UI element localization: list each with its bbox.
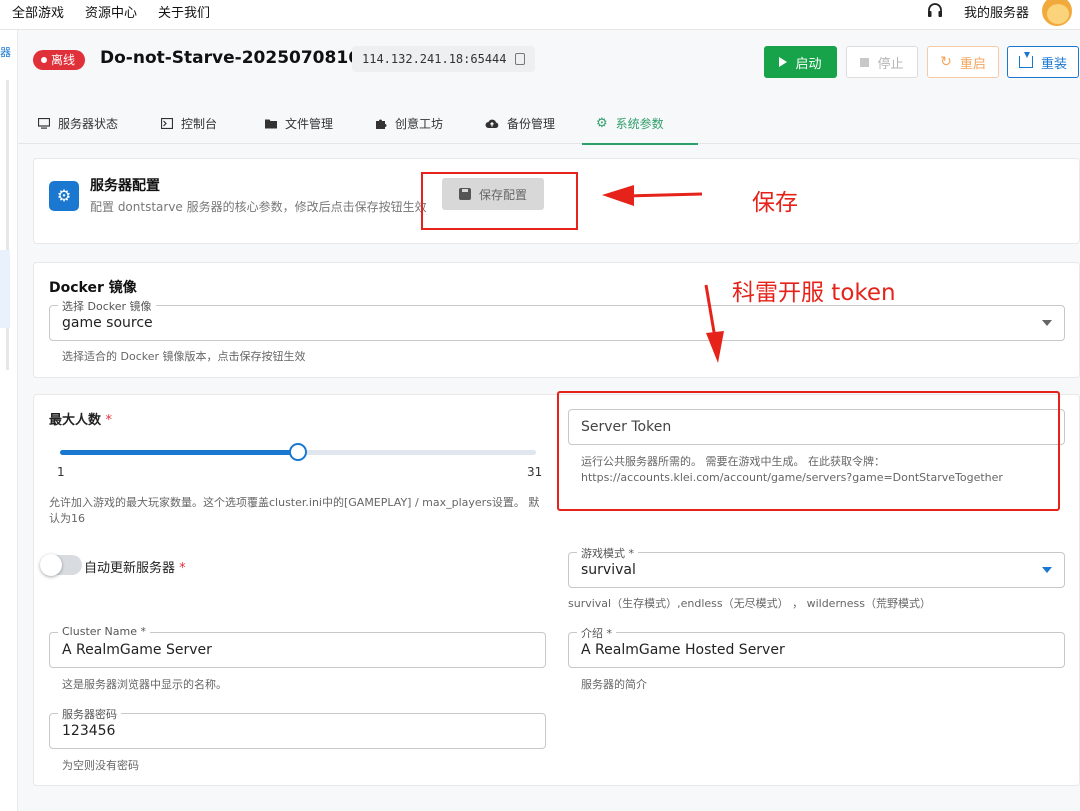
docker-image-select[interactable]: 选择 Docker 镜像 game source: [49, 298, 1065, 341]
cloud-upload-icon: [485, 119, 499, 128]
stop-button[interactable]: 停止: [846, 46, 918, 78]
puzzle-icon: [376, 119, 387, 129]
annotation-save-box: [421, 172, 578, 230]
password-value: 123456: [62, 723, 116, 739]
toggle-knob: [40, 554, 62, 576]
docker-title: Docker 镜像: [49, 280, 137, 296]
slider-max: 31: [527, 465, 543, 479]
nav-resources[interactable]: 资源中心: [85, 2, 137, 21]
intro-label: 介绍 *: [577, 625, 616, 641]
intro-value: A RealmGame Hosted Server: [581, 642, 785, 658]
password-hint: 为空则没有密码: [62, 759, 139, 772]
config-title: 服务器配置: [90, 178, 160, 194]
folder-icon: [265, 119, 277, 128]
slider-fill: [60, 450, 298, 455]
sidebar-selected-item[interactable]: [0, 250, 10, 328]
stop-label: 停止: [877, 56, 904, 72]
game-mode-hint: survival（生存模式）,endless（无尽模式） ， wildernes…: [568, 597, 931, 610]
status-dot-icon: [41, 57, 47, 63]
chevron-down-icon: [1042, 567, 1052, 573]
docker-hint: 选择适合的 Docker 镜像版本，点击保存按钮生效: [62, 350, 306, 363]
tab-bar: 服务器状态 控制台 文件管理 创意工坊 备份管理 ⚙ 系统参数: [18, 102, 1080, 145]
annotation-token-box: [557, 391, 1060, 511]
intro-hint: 服务器的简介: [581, 678, 647, 691]
auto-update-label: 自动更新服务器 *: [84, 557, 186, 576]
cluster-name-value: A RealmGame Server: [62, 642, 212, 658]
server-address: 114.132.241.18:65444: [362, 52, 507, 66]
restart-label: 重启: [959, 56, 986, 72]
tab-workshop[interactable]: 创意工坊: [375, 102, 443, 144]
slider-min: 1: [57, 465, 65, 479]
copy-icon[interactable]: [514, 53, 525, 65]
tab-label: 创意工坊: [395, 116, 444, 131]
chevron-down-icon: [1042, 320, 1052, 326]
stop-icon: [860, 57, 870, 67]
game-mode-value: survival: [581, 562, 636, 578]
nav-about[interactable]: 关于我们: [158, 2, 210, 21]
cluster-name-hint: 这是服务器浏览器中显示的名称。: [62, 678, 227, 691]
gear-icon: ⚙: [49, 181, 79, 211]
docker-select-value: game source: [62, 315, 153, 331]
tab-server-status[interactable]: 服务器状态: [38, 102, 118, 144]
tab-system-params[interactable]: ⚙ 系统参数: [582, 102, 698, 145]
slider-thumb[interactable]: [289, 443, 307, 461]
game-mode-label: 游戏模式 *: [577, 545, 638, 561]
tab-label: 备份管理: [507, 116, 556, 131]
gear-icon: ⚙: [596, 115, 608, 131]
headset-icon[interactable]: [926, 2, 944, 20]
nav-all-games[interactable]: 全部游戏: [12, 2, 64, 21]
sidebar-label[interactable]: 器: [0, 44, 11, 60]
required-mark: *: [105, 413, 113, 428]
restart-button[interactable]: ↻ 重启: [927, 46, 999, 78]
tab-console[interactable]: 控制台: [161, 102, 217, 144]
status-badge: 离线: [33, 50, 86, 70]
auto-update-toggle[interactable]: [40, 554, 82, 576]
start-label: 启动: [795, 56, 822, 72]
top-nav: 全部游戏 资源中心 关于我们 我的服务器: [0, 0, 1080, 30]
avatar[interactable]: [1040, 0, 1074, 28]
start-button[interactable]: 启动: [764, 46, 837, 78]
game-mode-select[interactable]: 游戏模式 * survival: [568, 545, 1065, 588]
play-icon: [779, 57, 788, 67]
intro-input[interactable]: 介绍 * A RealmGame Hosted Server: [568, 625, 1065, 668]
max-players-slider[interactable]: [60, 443, 536, 461]
left-sidebar: 器: [0, 30, 18, 811]
server-password-input[interactable]: 服务器密码 123456: [49, 706, 546, 749]
annotation-arrow-left-icon: [602, 185, 703, 206]
server-header: 离线 Do-not-Starve-20250708160838 114.132.…: [18, 30, 1080, 92]
max-players-text: 最大人数: [49, 413, 102, 428]
monitor-icon: [38, 117, 50, 129]
reinstall-button[interactable]: 重装: [1007, 46, 1079, 78]
reinstall-label: 重装: [1040, 56, 1067, 72]
tab-label: 服务器状态: [58, 116, 119, 131]
tab-label: 系统参数: [615, 116, 664, 131]
my-servers-link[interactable]: 我的服务器: [964, 2, 1029, 21]
max-players-description: 允许加入游戏的最大玩家数量。这个选项覆盖cluster.ini中的[GAMEPL…: [49, 496, 540, 525]
config-description: 配置 dontstarve 服务器的核心参数，修改后点击保存按钮生效: [90, 200, 427, 214]
docker-image-card: Docker 镜像 选择 Docker 镜像 game source 选择适合的…: [33, 262, 1080, 378]
download-icon: [1018, 52, 1033, 68]
tab-files[interactable]: 文件管理: [265, 102, 333, 144]
annotation-token-text: 科雷开服 token: [732, 280, 896, 306]
cluster-name-label: Cluster Name *: [58, 625, 150, 638]
tab-label: 控制台: [181, 116, 218, 131]
restart-icon: ↻: [940, 54, 952, 70]
annotation-save-text: 保存: [752, 190, 798, 216]
tab-label: 文件管理: [285, 116, 334, 131]
tab-backup[interactable]: 备份管理: [485, 102, 555, 144]
auto-update-text: 自动更新服务器: [84, 561, 176, 576]
terminal-icon: [161, 117, 173, 129]
annotation-arrow-down-icon: [704, 284, 724, 363]
password-label: 服务器密码: [58, 706, 121, 722]
status-text: 离线: [51, 53, 76, 67]
required-mark: *: [179, 561, 186, 576]
docker-select-label: 选择 Docker 镜像: [58, 298, 156, 314]
max-players-label: 最大人数 *: [49, 409, 112, 428]
address-chip: 114.132.241.18:65444: [352, 46, 535, 72]
cluster-name-input[interactable]: Cluster Name * A RealmGame Server: [49, 625, 546, 668]
